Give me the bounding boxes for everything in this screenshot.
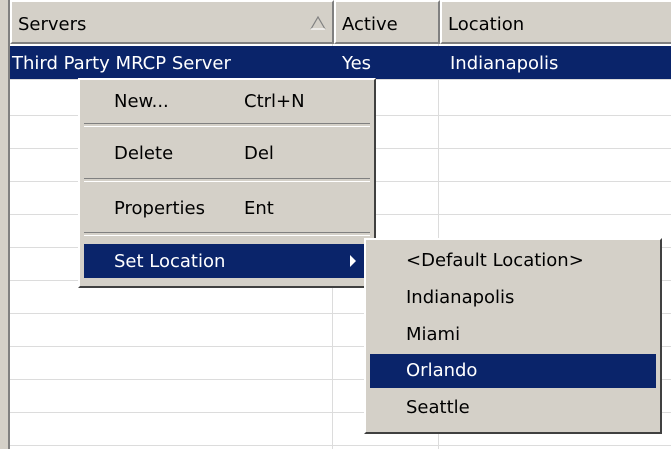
submenu-arrow-icon [350, 255, 356, 267]
cell-active: Yes [342, 53, 372, 74]
column-header-active[interactable]: Active [334, 0, 440, 44]
submenu-item-label: Orlando [406, 360, 478, 381]
column-header-servers-label: Servers [18, 14, 87, 35]
sort-ascending-icon [310, 16, 326, 30]
location-submenu: <Default Location> Indianapolis Miami Or… [364, 238, 662, 434]
column-header-location-label: Location [448, 14, 525, 35]
menu-item-new[interactable]: New... Ctrl+N [84, 84, 370, 118]
menu-item-delete[interactable]: Delete Del [84, 136, 370, 170]
submenu-item-default-location[interactable]: <Default Location> [370, 244, 656, 278]
menu-separator [84, 123, 370, 127]
menu-item-delete-shortcut: Del [244, 143, 274, 164]
menu-item-properties[interactable]: Properties Ent [84, 191, 370, 225]
column-header-servers[interactable]: Servers [10, 0, 334, 44]
submenu-item-label: Seattle [406, 397, 470, 418]
menu-item-new-shortcut: Ctrl+N [244, 91, 305, 112]
column-header-location[interactable]: Location [440, 0, 671, 44]
submenu-item-orlando[interactable]: Orlando [370, 354, 656, 388]
menu-item-set-location-label: Set Location [114, 251, 226, 272]
cell-location: Indianapolis [450, 53, 559, 74]
cell-server-name: Third Party MRCP Server [12, 53, 231, 74]
submenu-item-indianapolis[interactable]: Indianapolis [370, 281, 656, 315]
row-line [10, 445, 671, 446]
column-header-active-label: Active [342, 14, 398, 35]
menu-item-properties-label: Properties [114, 198, 205, 219]
submenu-item-label: Miami [406, 324, 461, 345]
table-row[interactable]: Third Party MRCP Server Yes Indianapolis [10, 46, 671, 79]
menu-separator [84, 178, 370, 182]
submenu-item-miami[interactable]: Miami [370, 318, 656, 352]
submenu-item-label: Indianapolis [406, 287, 515, 308]
menu-item-properties-shortcut: Ent [244, 198, 274, 219]
submenu-item-seattle[interactable]: Seattle [370, 391, 656, 425]
menu-item-new-label: New... [114, 91, 169, 112]
context-menu: New... Ctrl+N Delete Del Properties Ent … [78, 78, 376, 288]
menu-item-delete-label: Delete [114, 143, 174, 164]
menu-item-set-location[interactable]: Set Location [84, 244, 370, 278]
menu-separator [84, 232, 370, 236]
submenu-item-label: <Default Location> [406, 250, 584, 271]
